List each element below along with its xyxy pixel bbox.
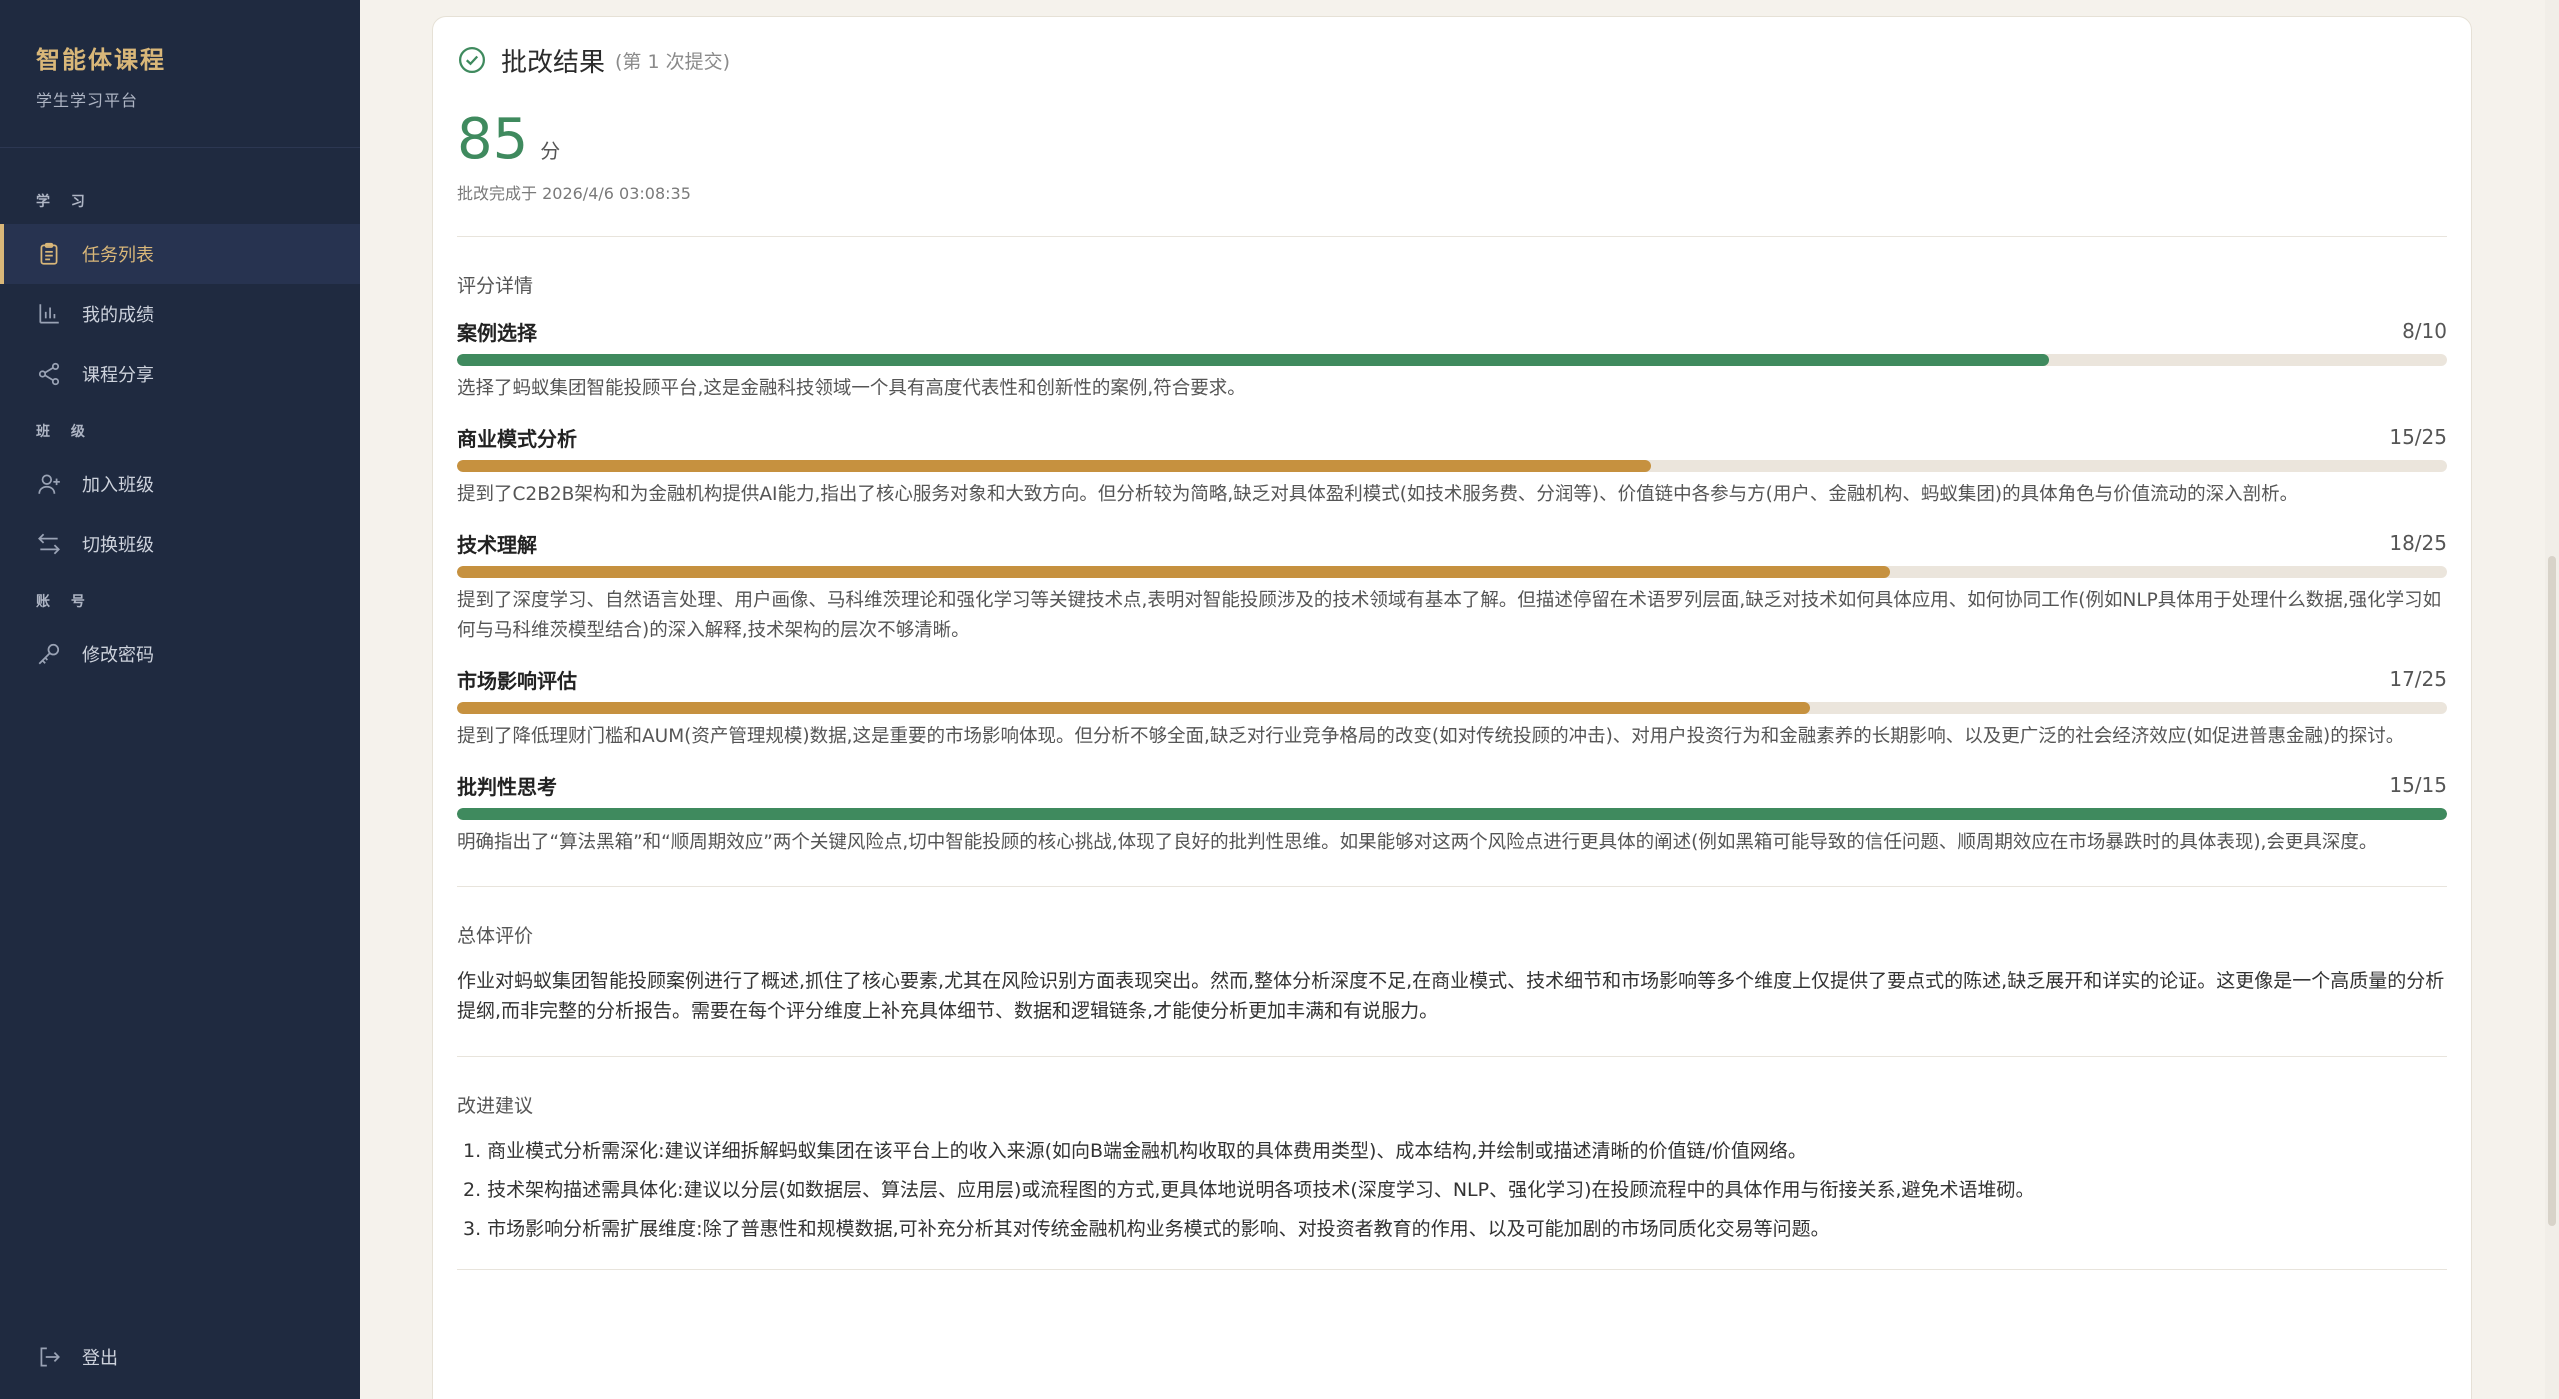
criterion-score: 8/10 [2402,319,2447,343]
overall-title: 总体评价 [457,925,534,947]
sidebar: 智能体课程 学生学习平台 学 习 任务列表 我的成绩 课程分享 班 级 加入班级… [0,0,360,1399]
divider [457,1269,2447,1270]
check-circle-icon [457,45,487,75]
criterion-progress-bar [457,460,2447,472]
grading-result-card: 批改结果 (第 1 次提交) 85 分 批改完成于 2026/4/6 03:08… [432,16,2472,1399]
sidebar-item-label: 任务列表 [82,245,154,266]
criterion-description: 选择了蚂蚁集团智能投顾平台,这是金融科技领域一个具有高度代表性和创新性的案例,符… [457,378,1246,399]
sidebar-item-grades[interactable]: 我的成绩 [0,284,360,344]
result-header: 批改结果 (第 1 次提交) [457,43,2447,78]
criterion-description: 明确指出了“算法黑箱”和“顺周期效应”两个关键风险点,切中智能投顾的核心挑战,体… [457,832,2378,853]
suggestions-title: 改进建议 [457,1095,534,1117]
criterion-progress-fill [457,566,1890,578]
criteria-list: 案例选择 8/10 选择了蚂蚁集团智能投顾平台,这是金融科技领域一个具有高度代表… [457,318,2447,858]
score-value: 85 [457,107,529,172]
sidebar-item-label: 我的成绩 [82,305,154,326]
criterion-progress-fill [457,808,2447,820]
divider [457,236,2447,237]
sidebar-item-label: 课程分享 [82,365,154,386]
criterion-name: 批判性思考 [457,774,557,799]
user-plus-icon [36,471,62,497]
logout-button[interactable]: 登出 [0,1327,360,1387]
criterion-description: 提到了深度学习、自然语言处理、用户画像、马科维茨理论和强化学习等关键技术点,表明… [457,590,2442,641]
brand: 智能体课程 学生学习平台 [0,0,360,148]
divider [457,886,2447,887]
sidebar-item-tasks[interactable]: 任务列表 [0,224,360,284]
sidebar-item-switch-class[interactable]: 切换班级 [0,514,360,574]
switch-arrows-icon [36,531,62,557]
page-scrollbar[interactable] [2545,0,2559,1399]
sidebar-item-join-class[interactable]: 加入班级 [0,454,360,514]
criterion: 商业模式分析 15/25 提到了C2B2B架构和为金融机构提供AI能力,指出了核… [457,424,2447,510]
criterion-score: 15/15 [2389,773,2447,797]
divider [457,1056,2447,1057]
sidebar-item-label: 加入班级 [82,475,154,496]
criterion-progress-bar [457,702,2447,714]
criterion: 技术理解 18/25 提到了深度学习、自然语言处理、用户画像、马科维茨理论和强化… [457,530,2447,646]
clipboard-icon [36,241,62,267]
criterion-description: 提到了降低理财门槛和AUM(资产管理规模)数据,这是重要的市场影响体现。但分析不… [457,726,2405,747]
criterion: 市场影响评估 17/25 提到了降低理财门槛和AUM(资产管理规模)数据,这是重… [457,666,2447,752]
share-icon [36,361,62,387]
criterion-progress-fill [457,460,1651,472]
section-label-study: 学 习 [36,194,93,210]
criterion-score: 17/25 [2389,667,2447,691]
section-label-class: 班 级 [36,424,93,440]
criterion-name: 案例选择 [457,320,537,345]
suggestion-item: 1. 商业模式分析需深化:建议详细拆解蚂蚁集团在该平台上的收入来源(如向B端金融… [463,1140,1807,1162]
sidebar-item-label: 修改密码 [82,645,154,666]
criterion: 批判性思考 15/15 明确指出了“算法黑箱”和“顺周期效应”两个关键风险点,切… [457,772,2447,858]
criterion-name: 技术理解 [457,532,537,557]
scrollbar-thumb[interactable] [2548,556,2556,1226]
suggestion-item: 3. 市场影响分析需扩展维度:除了普惠性和规模数据,可补充分析其对传统金融机构业… [463,1218,1830,1240]
brand-subtitle: 学生学习平台 [36,91,139,110]
criterion-progress-fill [457,702,1811,714]
criterion-progress-bar [457,354,2447,366]
suggestion-item: 2. 技术架构描述需具体化:建议以分层(如数据层、算法层、应用层)或流程图的方式… [463,1179,2035,1201]
criterion-name: 商业模式分析 [457,426,577,451]
bar-chart-icon [36,301,62,327]
criterion-progress-fill [457,354,2049,366]
key-icon [36,641,62,667]
score: 85 分 [457,107,2447,172]
sidebar-item-share[interactable]: 课程分享 [0,344,360,404]
overall-text: 作业对蚂蚁集团智能投顾案例进行了概述,抓住了核心要素,尤其在风险识别方面表现突出… [457,970,2445,1022]
criterion: 案例选择 8/10 选择了蚂蚁集团智能投顾平台,这是金融科技领域一个具有高度代表… [457,318,2447,404]
criterion-progress-bar [457,808,2447,820]
criterion-description: 提到了C2B2B架构和为金融机构提供AI能力,指出了核心服务对象和大致方向。但分… [457,484,2299,505]
sidebar-item-label: 切换班级 [82,535,154,556]
section-label-account: 账 号 [36,594,93,610]
score-unit: 分 [540,139,561,163]
criterion-progress-bar [457,566,2447,578]
result-title: 批改结果 [501,47,606,78]
logout-label: 登出 [82,1348,118,1369]
criterion-score: 15/25 [2389,425,2447,449]
criterion-score: 18/25 [2389,531,2447,555]
submission-note: (第 1 次提交) [615,50,731,73]
sidebar-item-change-password[interactable]: 修改密码 [0,624,360,684]
suggestions-list: 1. 商业模式分析需深化:建议详细拆解蚂蚁集团在该平台上的收入来源(如向B端金融… [457,1132,2447,1249]
logout-icon [36,1344,62,1370]
details-title: 评分详情 [457,275,534,297]
brand-title: 智能体课程 [36,45,166,74]
completed-time: 批改完成于 2026/4/6 03:08:35 [457,184,691,203]
criterion-name: 市场影响评估 [457,668,577,693]
